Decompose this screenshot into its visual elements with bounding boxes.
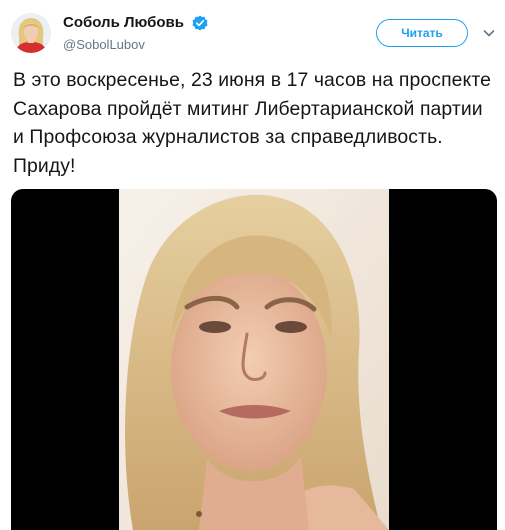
verified-badge-icon — [192, 15, 208, 31]
tweet-text: В это воскресенье, 23 июня в 17 часов на… — [13, 69, 492, 177]
author-info: Соболь Любовь @SobolLubov — [63, 14, 208, 52]
avatar-photo — [11, 13, 51, 53]
video-player[interactable] — [11, 189, 497, 530]
video-thumbnail — [119, 189, 389, 530]
tweet-card: Соболь Любовь @SobolLubov Читать В это в… — [0, 0, 505, 530]
author-handle[interactable]: @SobolLubov — [63, 37, 208, 52]
tweet-header: Соболь Любовь @SobolLubov Читать — [0, 0, 505, 62]
chevron-down-icon[interactable] — [482, 26, 496, 40]
avatar[interactable] — [11, 13, 51, 53]
follow-button[interactable]: Читать — [376, 19, 468, 47]
author-display-name[interactable]: Соболь Любовь — [63, 14, 184, 31]
video-thumbnail-woman-portrait — [119, 189, 389, 530]
